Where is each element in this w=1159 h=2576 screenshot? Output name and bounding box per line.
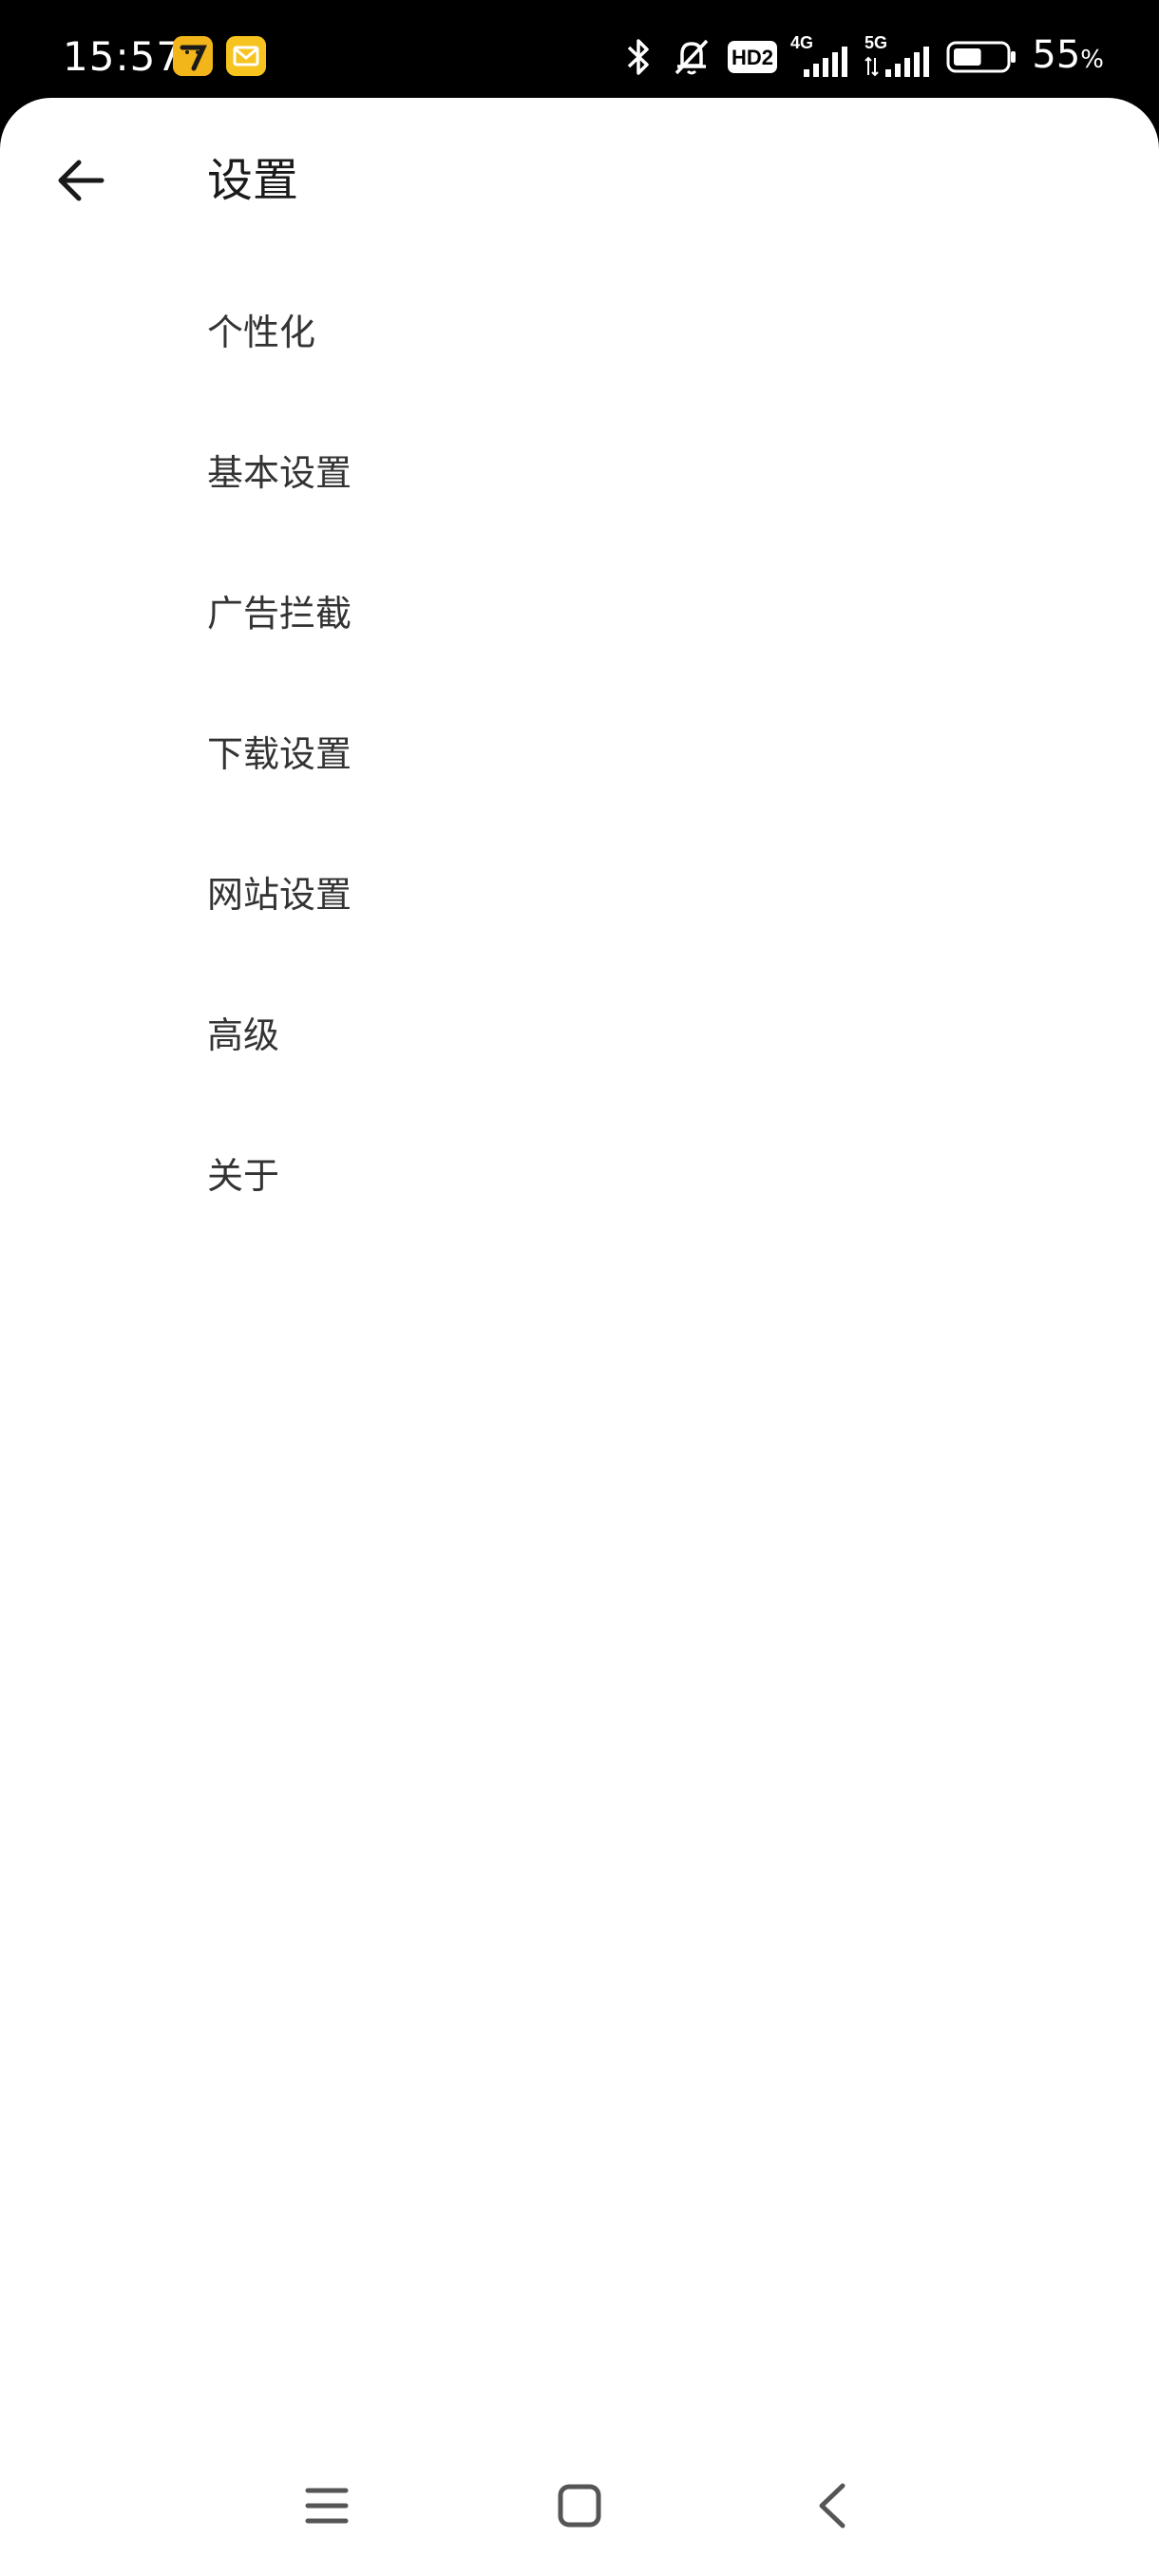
menu-item-advanced[interactable]: 高级 bbox=[0, 988, 1159, 1128]
app-icon-7 bbox=[173, 36, 213, 76]
back-button[interactable] bbox=[38, 138, 124, 223]
menu-item-label: 基本设置 bbox=[207, 452, 352, 494]
menu-item-label: 关于 bbox=[207, 1155, 280, 1197]
svg-text:HD2: HD2 bbox=[732, 46, 773, 69]
status-time: 15:57 bbox=[63, 33, 183, 80]
mail-app-icon bbox=[226, 36, 266, 76]
page-title: 设置 bbox=[207, 154, 299, 207]
svg-text:5G: 5G bbox=[864, 33, 887, 52]
menu-item-label: 高级 bbox=[207, 1014, 280, 1056]
home-button[interactable] bbox=[522, 2458, 636, 2553]
menu-item-download-settings[interactable]: 下载设置 bbox=[0, 707, 1159, 847]
silent-bell-icon bbox=[669, 35, 714, 79]
settings-page: 设置 个性化 基本设置 广告拦截 下载设置 网站设置 高级 关于 bbox=[0, 98, 1159, 2576]
system-back-button[interactable] bbox=[775, 2458, 889, 2553]
back-chevron-icon bbox=[819, 2483, 846, 2529]
menu-lines-icon bbox=[305, 2488, 349, 2524]
status-icons: HD2 4G 5G 55% bbox=[621, 28, 1104, 85]
system-nav-bar bbox=[0, 2458, 1159, 2576]
menu-item-personalization[interactable]: 个性化 bbox=[0, 285, 1159, 426]
menu-item-basic-settings[interactable]: 基本设置 bbox=[0, 426, 1159, 566]
signal-4g-icon: 4G bbox=[790, 33, 851, 81]
menu-item-label: 广告拦截 bbox=[207, 593, 352, 635]
menu-item-site-settings[interactable]: 网站设置 bbox=[0, 847, 1159, 988]
status-bar: 15:57 HD2 4G 5G 55% bbox=[0, 0, 1159, 100]
svg-text:4G: 4G bbox=[790, 33, 813, 52]
app-bar: 设置 bbox=[0, 98, 1159, 259]
signal-5g-icon: 5G bbox=[864, 33, 933, 81]
home-square-icon bbox=[558, 2484, 601, 2528]
menu-item-label: 下载设置 bbox=[207, 733, 352, 775]
menu-item-label: 网站设置 bbox=[207, 874, 352, 916]
battery-icon bbox=[946, 40, 1018, 74]
menu-item-label: 个性化 bbox=[207, 312, 316, 353]
hd-badge: HD2 bbox=[728, 41, 778, 73]
battery-percent: 55% bbox=[1032, 32, 1104, 77]
settings-menu-list: 个性化 基本设置 广告拦截 下载设置 网站设置 高级 关于 bbox=[0, 285, 1159, 1269]
recents-button[interactable] bbox=[270, 2458, 384, 2553]
arrow-left-icon bbox=[58, 160, 104, 201]
bluetooth-icon bbox=[621, 35, 656, 79]
menu-item-about[interactable]: 关于 bbox=[0, 1128, 1159, 1269]
menu-item-ad-block[interactable]: 广告拦截 bbox=[0, 566, 1159, 707]
